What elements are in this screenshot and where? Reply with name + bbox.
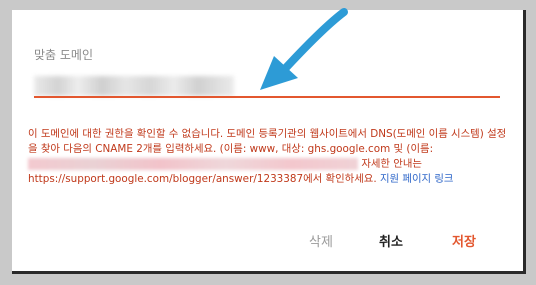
domain-input-value-redacted[interactable]: [34, 76, 234, 96]
redacted-text: [28, 158, 358, 170]
cancel-button[interactable]: 취소: [379, 231, 403, 250]
delete-button[interactable]: 삭제: [309, 231, 333, 250]
save-button[interactable]: 저장: [452, 231, 476, 250]
dialog-actions: 삭제 취소 저장: [12, 231, 526, 255]
error-text-part-1: 이 도메인에 대한 권한을 확인할 수 없습니다. 도메인 등록기관의 웹사이트…: [28, 128, 507, 155]
field-label: 맞춤 도메인: [34, 48, 94, 62]
help-page-link[interactable]: 지원 페이지 링크: [380, 173, 454, 185]
annotation-arrow-icon: [260, 8, 348, 90]
input-underline: [34, 96, 500, 98]
error-message: 이 도메인에 대한 권한을 확인할 수 없습니다. 도메인 등록기관의 웹사이트…: [28, 127, 508, 187]
